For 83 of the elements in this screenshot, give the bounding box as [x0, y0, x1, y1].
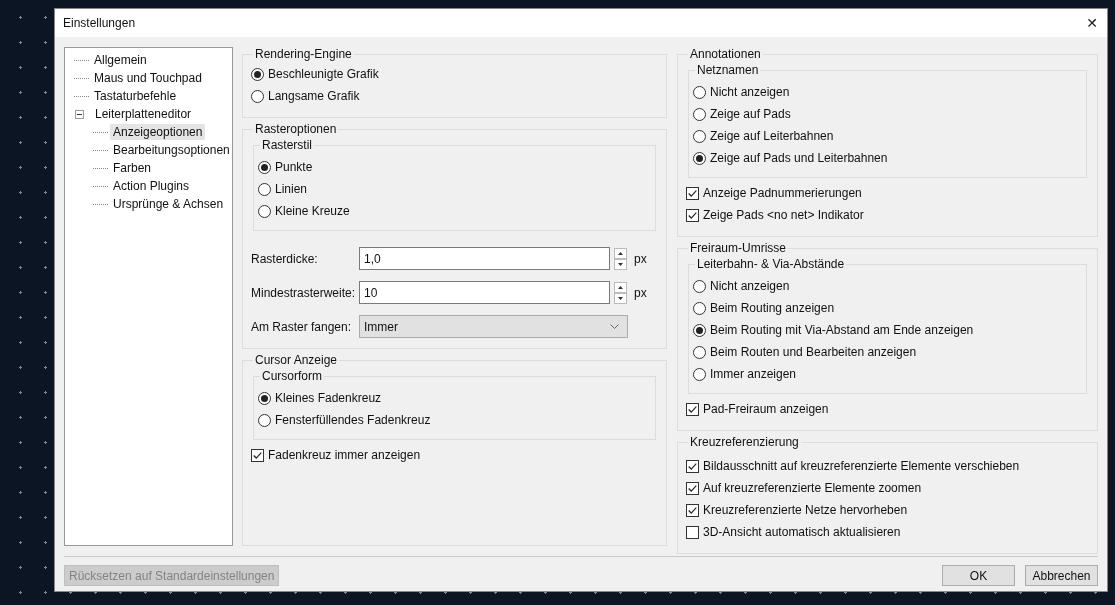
group-title: Annotationen — [689, 47, 762, 61]
radio-label[interactable]: Fensterfüllendes Fadenkreuz — [275, 413, 431, 427]
group-title: Cursor Anzeige — [254, 353, 339, 367]
checkbox[interactable] — [686, 208, 699, 222]
window-title: Einstellungen — [63, 16, 136, 30]
radio-button[interactable] — [693, 345, 706, 359]
spin-buttons[interactable] — [614, 247, 627, 270]
radio-button[interactable] — [251, 67, 264, 81]
radio-button[interactable] — [258, 204, 271, 218]
unit-label: px — [634, 285, 647, 300]
input-field[interactable]: 1,0 — [359, 247, 610, 270]
caret-icon — [610, 324, 619, 329]
checkbox-label[interactable]: Zeige Pads <no net> Indikator — [703, 208, 864, 222]
checkbox-label[interactable]: Anzeige Padnummerierungen — [703, 186, 862, 200]
tree-item[interactable]: Leiterplatteneditor — [92, 106, 195, 122]
group-title: Netznamen — [696, 63, 760, 77]
tree-item[interactable]: Maus und Touchpad — [91, 70, 205, 86]
group-title: Kreuzreferenzierung — [689, 435, 800, 449]
radio-button[interactable] — [258, 182, 271, 196]
checkbox[interactable] — [686, 481, 699, 495]
group-title: Freiraum-Umrisse — [689, 241, 787, 255]
group-title: Leiterbahn- & Via-Abstände — [696, 257, 846, 271]
checkbox-label[interactable]: Auf kreuzreferenzierte Elemente zoomen — [703, 481, 922, 495]
tree-item[interactable]: Action Plugins — [110, 178, 193, 194]
radio-label[interactable]: Langsame Grafik — [268, 89, 360, 103]
checkbox-label[interactable]: Fadenkreuz immer anzeigen — [268, 448, 421, 462]
checkbox[interactable] — [251, 448, 264, 462]
group-title: Rasteroptionen — [254, 122, 338, 136]
checkbox[interactable] — [686, 186, 699, 200]
radio-label[interactable]: Immer anzeigen — [710, 367, 797, 381]
radio-label[interactable]: Beim Routing mit Via-Abstand am Ende anzeigen — [710, 323, 974, 337]
group-title: Rendering-Engine — [254, 47, 353, 61]
tree-item[interactable]: Bearbeitungsoptionen — [110, 142, 233, 158]
checkbox-label[interactable]: Pad-Freiraum anzeigen — [703, 402, 829, 416]
radio-label[interactable]: Kleine Kreuze — [275, 204, 350, 218]
field-label: Am Raster fangen: — [251, 319, 353, 334]
radio-button[interactable] — [693, 129, 706, 143]
group-title: Rasterstil — [261, 138, 313, 152]
radio-label[interactable]: Punkte — [275, 160, 313, 174]
radio-label[interactable]: Beim Routen und Bearbeiten anzeigen — [710, 345, 917, 359]
radio-button[interactable] — [693, 323, 706, 337]
radio-button[interactable] — [693, 301, 706, 315]
radio-label[interactable]: Zeige auf Pads und Leiterbahnen — [710, 151, 888, 165]
radio-button[interactable] — [693, 279, 706, 293]
field-label: Mindestrasterweite: — [251, 285, 355, 300]
checkbox[interactable] — [686, 503, 699, 517]
radio-label[interactable]: Beim Routing anzeigen — [710, 301, 835, 315]
checkbox-label[interactable]: Bildausschnitt auf kreuzreferenzierte Elemente verschieben — [703, 459, 1020, 473]
checkbox-label[interactable]: 3D-Ansicht automatisch aktualisieren — [703, 525, 901, 539]
radio-label[interactable]: Zeige auf Leiterbahnen — [710, 129, 834, 143]
radio-label[interactable]: Nicht anzeigen — [710, 85, 790, 99]
radio-label[interactable]: Kleines Fadenkreuz — [275, 391, 382, 405]
radio-label[interactable]: Linien — [275, 182, 308, 196]
close-button[interactable]: ✕ — [1077, 9, 1107, 37]
checkbox-label[interactable]: Kreuzreferenzierte Netze hervorheben — [703, 503, 908, 517]
dialog-button[interactable]: Abbrechen — [1025, 565, 1098, 586]
tree-item[interactable]: Anzeigeoptionen — [110, 124, 206, 140]
radio-button[interactable] — [693, 151, 706, 165]
tree-item[interactable]: Ursprünge & Achsen — [110, 196, 227, 212]
radio-button[interactable] — [258, 413, 271, 427]
radio-button[interactable] — [693, 85, 706, 99]
group-title: Cursorform — [261, 369, 323, 383]
tree-item[interactable]: Allgemein — [91, 52, 150, 68]
radio-label[interactable]: Beschleunigte Grafik — [268, 67, 379, 81]
checkbox[interactable] — [686, 459, 699, 473]
tree-item[interactable]: Farben — [110, 160, 155, 176]
dialog-button[interactable]: OK — [942, 565, 1015, 586]
checkbox[interactable] — [686, 402, 699, 416]
radio-button[interactable] — [258, 160, 271, 174]
radio-label[interactable]: Nicht anzeigen — [710, 279, 790, 293]
radio-button[interactable] — [258, 391, 271, 405]
unit-label: px — [634, 251, 647, 266]
checkbox[interactable] — [686, 525, 699, 539]
radio-button[interactable] — [693, 107, 706, 121]
radio-label[interactable]: Zeige auf Pads — [710, 107, 791, 121]
radio-button[interactable] — [693, 367, 706, 381]
tree-item[interactable]: Tastaturbefehle — [91, 88, 180, 104]
radio-button[interactable] — [251, 89, 264, 103]
input-field[interactable]: 10 — [359, 281, 610, 304]
spin-buttons[interactable] — [614, 281, 627, 304]
dropdown[interactable]: Immer — [359, 315, 628, 338]
collapse-icon[interactable] — [75, 109, 84, 119]
field-label: Rasterdicke: — [251, 251, 319, 266]
